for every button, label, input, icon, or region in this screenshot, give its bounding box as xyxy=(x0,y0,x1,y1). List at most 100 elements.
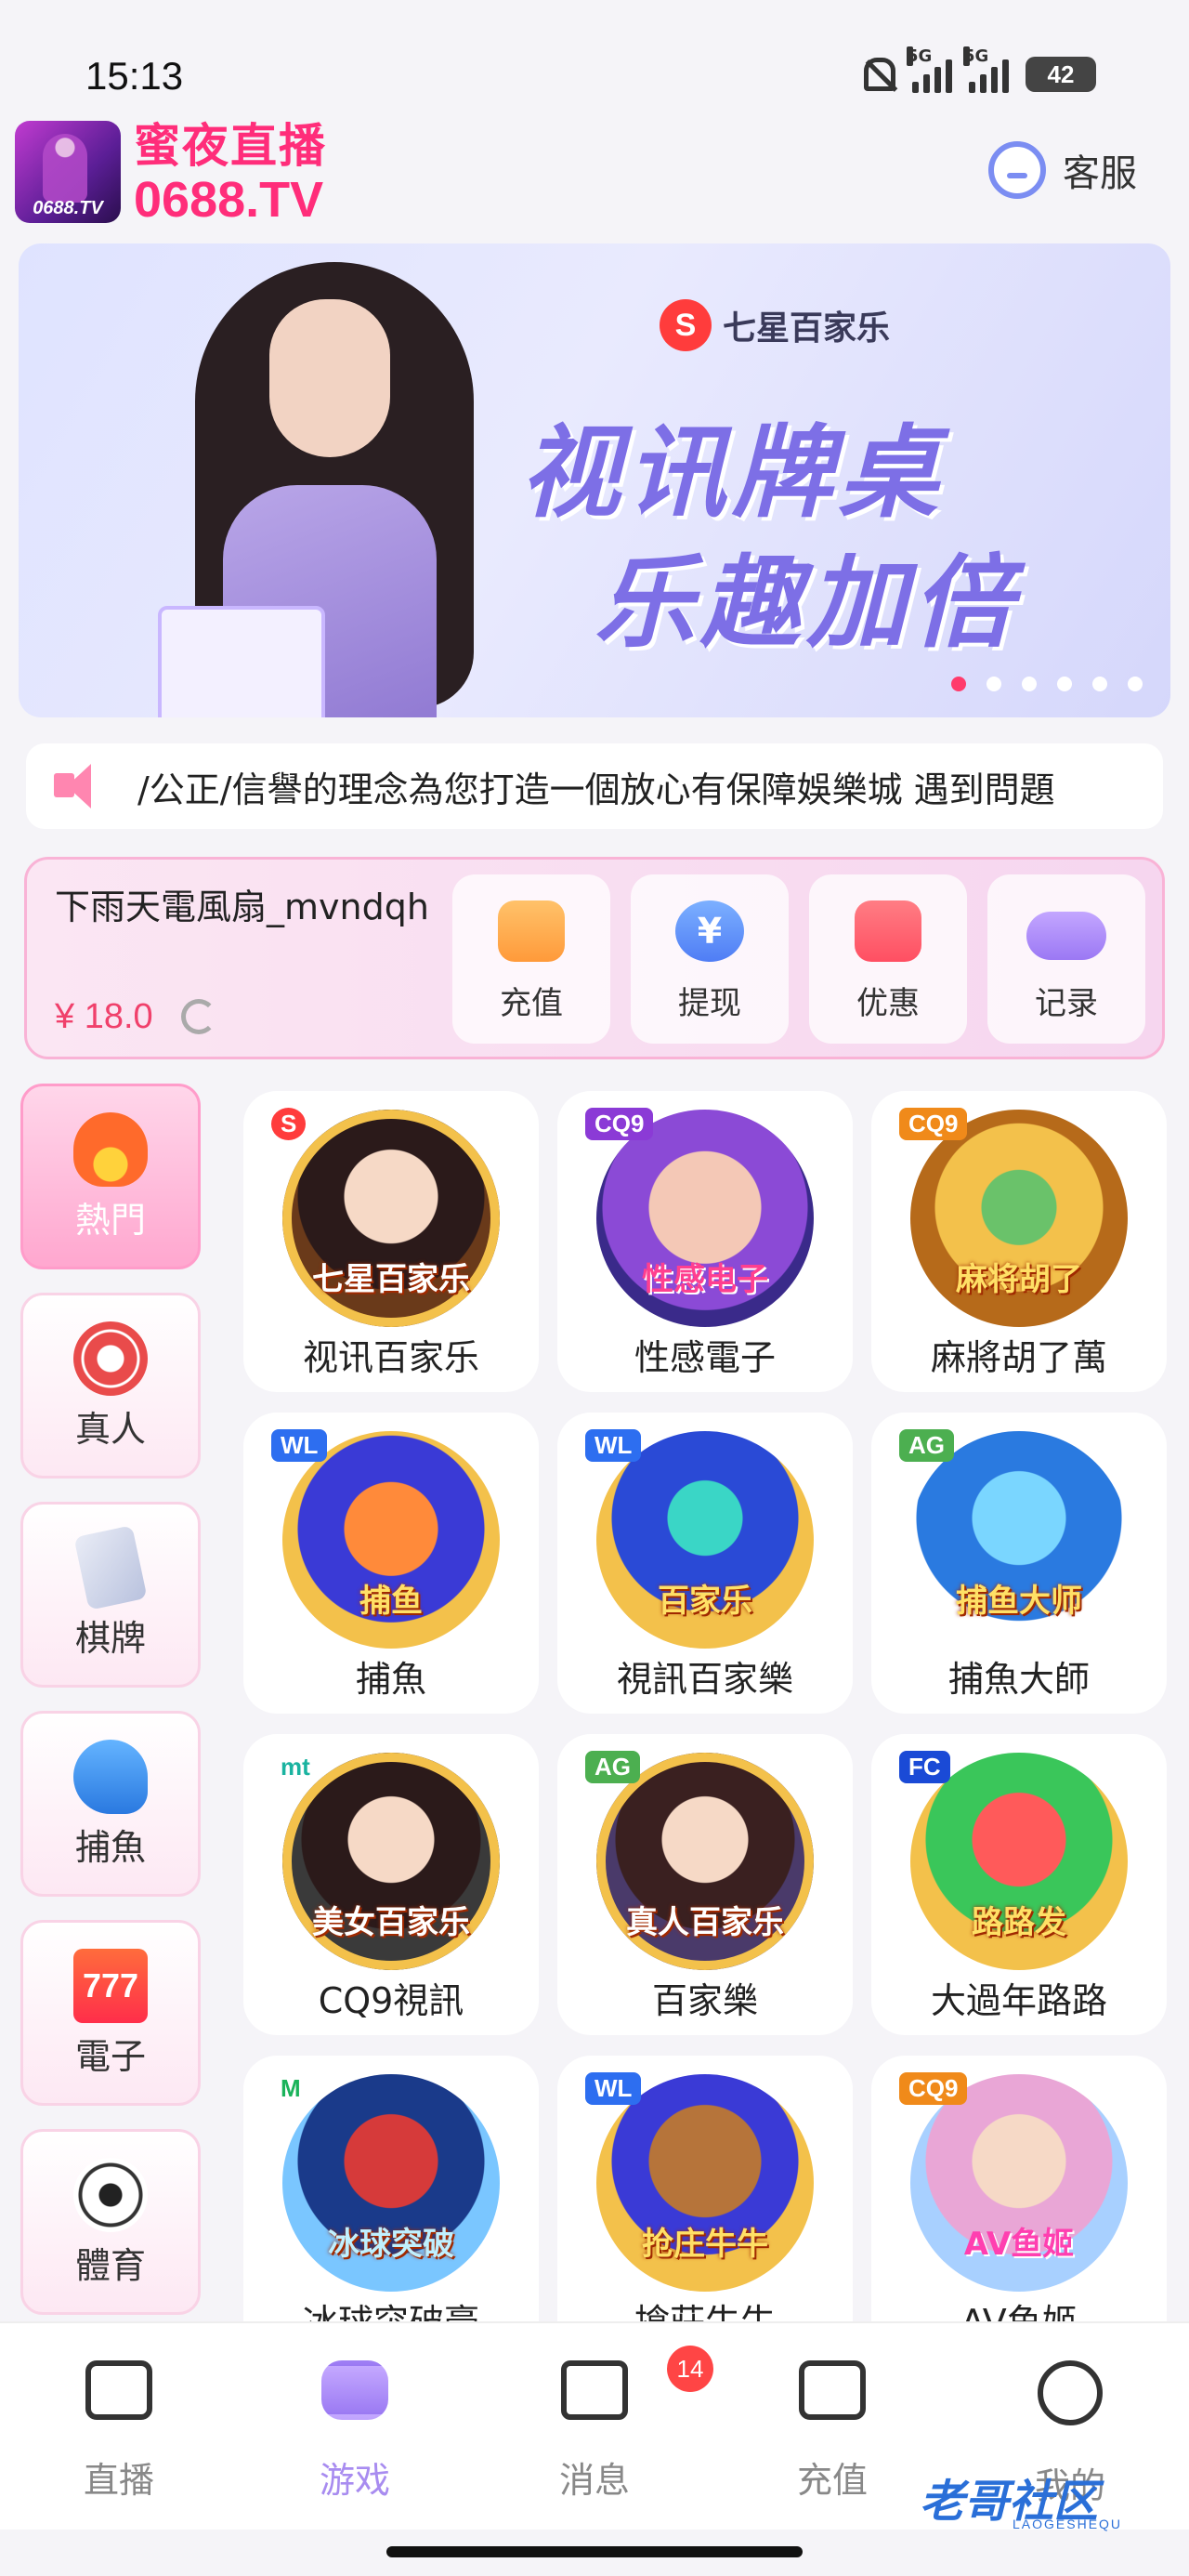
game-tile[interactable]: 捕鱼大师 AG 捕魚大師 xyxy=(871,1413,1167,1714)
wallet-icon xyxy=(498,900,565,962)
face-icon xyxy=(1038,2360,1103,2425)
game-tile[interactable]: 七星百家乐 S 视讯百家乐 xyxy=(243,1091,539,1392)
provider-badge: WL xyxy=(271,1429,328,1462)
announcement-marquee[interactable]: /公正/信譽的理念為您打造一個放心有保障娛樂城 遇到問題 xyxy=(26,743,1163,829)
banner-dot[interactable] xyxy=(1057,677,1072,691)
battery-icon: 42 xyxy=(1026,57,1096,92)
soccer-ball-icon xyxy=(73,2158,148,2232)
game-art: 捕鱼 xyxy=(282,1431,500,1649)
game-art: 性感电子 xyxy=(596,1110,814,1327)
ticket-icon xyxy=(855,900,921,962)
refresh-icon[interactable] xyxy=(181,999,216,1034)
game-name: 捕魚大師 xyxy=(947,1659,1090,1700)
brand-s-icon: S xyxy=(660,299,712,351)
game-name: 捕魚 xyxy=(355,1659,426,1700)
banner-dot[interactable] xyxy=(986,677,1001,691)
game-art: 百家乐 xyxy=(596,1431,814,1649)
game-tile[interactable]: 性感电子 CQ9 性感電子 xyxy=(557,1091,853,1392)
game-art: 麻将胡了 xyxy=(910,1110,1128,1327)
banner-pagination xyxy=(951,677,1143,691)
game-art: 路路发 xyxy=(910,1753,1128,1970)
game-art: 冰球突破 xyxy=(282,2074,500,2292)
cards-icon xyxy=(73,1525,148,1610)
game-name: 視訊百家樂 xyxy=(616,1659,793,1700)
signal-icon-2: 5G xyxy=(963,46,1009,93)
nav-live[interactable]: 直播 xyxy=(35,2360,203,2503)
game-art: 抢庄牛牛 xyxy=(596,2074,814,2292)
banner-dot[interactable] xyxy=(951,677,966,691)
camera-icon xyxy=(85,2360,152,2420)
status-icons: 5G 5G 42 xyxy=(864,46,1096,93)
nav-games[interactable]: 游戏 xyxy=(271,2360,438,2503)
category-sports[interactable]: 體育 xyxy=(20,2129,201,2315)
game-tile[interactable]: 冰球突破 M 冰球突破豪 xyxy=(243,2056,539,2321)
game-tile[interactable]: 美女百家乐 mt CQ9視訊 xyxy=(243,1734,539,2035)
game-name: 麻將胡了萬 xyxy=(930,1337,1107,1378)
category-slots[interactable]: 777 電子 xyxy=(20,1920,201,2106)
nav-recharge[interactable]: 充值 xyxy=(749,2360,916,2503)
app-title: 蜜夜直播 0688.TV xyxy=(134,119,327,227)
banner-dot[interactable] xyxy=(1092,677,1107,691)
chat-icon: 14 xyxy=(561,2346,713,2420)
category-fishing[interactable]: 捕魚 xyxy=(20,1711,201,1897)
game-name: 冰球突破豪 xyxy=(243,2293,539,2321)
wallet-panel: 下雨天電風扇_mvndqh ¥ 18.0 充值 ¥ 提现 优惠 记录 xyxy=(24,857,1165,1059)
provider-badge: CQ9 xyxy=(585,1108,654,1140)
game-name: AV鱼姬 xyxy=(871,2293,1167,2321)
provider-badge: AG xyxy=(899,1429,954,1462)
provider-badge: CQ9 xyxy=(899,1108,968,1140)
game-tile[interactable]: 捕鱼 WL 捕魚 xyxy=(243,1413,539,1714)
category-cards[interactable]: 棋牌 xyxy=(20,1502,201,1688)
game-tile[interactable]: 麻将胡了 CQ9 麻將胡了萬 xyxy=(871,1091,1167,1392)
banner-dot[interactable] xyxy=(1128,677,1143,691)
provider-badge: AG xyxy=(585,1751,640,1783)
category-live[interactable]: 真人 xyxy=(20,1293,201,1479)
promotions-button[interactable]: 优惠 xyxy=(809,874,967,1044)
banner-dot[interactable] xyxy=(1022,677,1037,691)
banner-brand: S 七星百家乐 xyxy=(660,299,890,351)
unread-badge: 14 xyxy=(667,2346,713,2392)
fire-icon xyxy=(73,1112,148,1187)
game-art: AV鱼姬 xyxy=(910,2074,1128,2292)
speaker-icon xyxy=(48,743,113,829)
customer-service-button[interactable]: 客服 xyxy=(988,141,1137,199)
game-name: 搶莊牛牛 xyxy=(557,2293,853,2321)
game-name: 性感電子 xyxy=(634,1337,776,1378)
slot-777-icon: 777 xyxy=(73,1949,148,2023)
announcement-text: /公正/信譽的理念為您打造一個放心有保障娛樂城 遇到問題 xyxy=(137,769,1055,810)
balance-amount: ¥ 18.0 xyxy=(55,997,153,1036)
shark-icon xyxy=(73,1740,148,1814)
banner-model-image xyxy=(139,262,529,717)
game-art: 美女百家乐 xyxy=(282,1753,500,1970)
game-tile[interactable]: AV鱼姬 CQ9 AV鱼姬 xyxy=(871,2056,1167,2321)
records-button[interactable]: 记录 xyxy=(987,874,1145,1044)
category-hot[interactable]: 熱門 xyxy=(20,1084,201,1269)
wallet-icon xyxy=(799,2360,866,2420)
nav-messages[interactable]: 14 消息 xyxy=(511,2346,713,2503)
headset-icon xyxy=(988,141,1046,199)
game-name: 大過年路路 xyxy=(930,1980,1107,2021)
provider-badge: S xyxy=(271,1108,307,1140)
app-logo: 0688.TV xyxy=(15,121,121,223)
game-tile[interactable]: 真人百家乐 AG 百家樂 xyxy=(557,1734,853,2035)
withdraw-button[interactable]: ¥ 提现 xyxy=(631,874,789,1044)
recharge-button[interactable]: 充值 xyxy=(452,874,610,1044)
game-tile[interactable]: 百家乐 WL 視訊百家樂 xyxy=(557,1413,853,1714)
game-tile[interactable]: 路路发 FC 大過年路路 xyxy=(871,1734,1167,2035)
game-art: 真人百家乐 xyxy=(596,1753,814,1970)
yuan-icon: ¥ xyxy=(675,900,744,962)
status-time: 15:13 xyxy=(85,54,184,98)
banner-headline-1: 视讯牌桌 xyxy=(520,415,945,532)
provider-badge: M xyxy=(271,2072,310,2105)
game-art: 七星百家乐 xyxy=(282,1110,500,1327)
home-indicator xyxy=(386,2546,803,2557)
watermark: 老哥社区 LAOGESHEQU xyxy=(920,2476,1123,2531)
provider-badge: CQ9 xyxy=(899,2072,968,2105)
gamepad-icon xyxy=(1026,912,1106,960)
game-tile[interactable]: 抢庄牛牛 WL 搶莊牛牛 xyxy=(557,2056,853,2321)
username: 下雨天電風扇_mvndqh xyxy=(55,887,429,927)
game-name: 百家樂 xyxy=(651,1980,758,2021)
promo-banner[interactable]: S 七星百家乐 视讯牌桌 乐趣加倍 xyxy=(19,243,1170,717)
provider-badge: WL xyxy=(585,1429,642,1462)
banner-headline-2: 乐趣加倍 xyxy=(594,545,1019,662)
